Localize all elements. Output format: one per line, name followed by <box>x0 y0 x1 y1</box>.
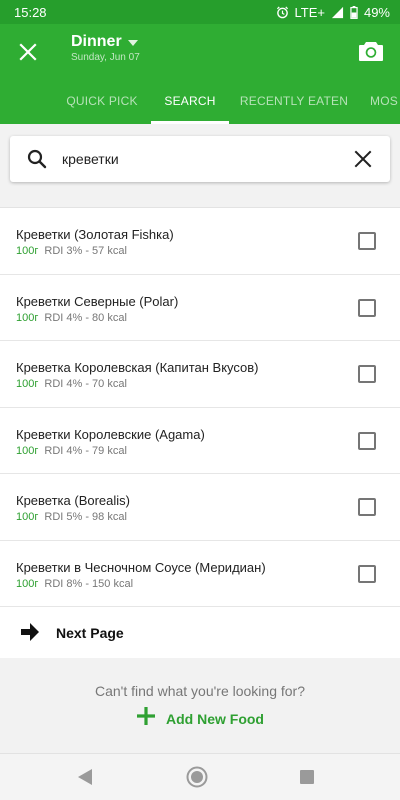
back-icon[interactable] <box>77 768 93 791</box>
next-page-label: Next Page <box>56 625 124 641</box>
plus-icon <box>136 706 156 731</box>
battery-icon <box>350 5 358 19</box>
meal-title: Dinner <box>71 33 122 50</box>
tab-search[interactable]: SEARCH <box>151 84 229 124</box>
list-item[interactable]: Креветка Королевская (Капитан Вкусов) 10… <box>0 341 400 408</box>
status-bar: 15:28 LTE+ 49% <box>0 0 400 24</box>
app-bar: Dinner Sunday, Jun 07 QUICK PICK SEARCH … <box>0 24 400 124</box>
arrow-right-icon <box>20 622 40 647</box>
food-checkbox[interactable] <box>358 564 376 583</box>
status-icons: LTE+ 49% <box>276 4 390 20</box>
food-info: RDI 4% - 70 kcal <box>44 378 127 390</box>
food-name: Креветка (Borealis) <box>16 493 130 508</box>
chevron-down-icon <box>127 40 138 46</box>
food-serving: 100г <box>16 378 39 390</box>
system-nav-bar <box>0 753 400 800</box>
status-time: 15:28 <box>14 4 47 20</box>
search-icon <box>27 149 47 174</box>
food-serving: 100г <box>16 511 39 523</box>
list-item[interactable]: Креветка (Borealis) 100г RDI 5% - 98 kcal <box>0 474 400 541</box>
tab-more[interactable]: MOS <box>370 84 400 124</box>
food-serving: 100г <box>16 245 39 257</box>
food-checkbox[interactable] <box>358 298 376 317</box>
alarm-icon <box>276 6 289 19</box>
food-info: RDI 5% - 98 kcal <box>44 511 127 523</box>
signal-icon <box>331 6 344 19</box>
tab-bar: QUICK PICK SEARCH RECENTLY EATEN MOS <box>0 84 400 124</box>
add-food-section: Can't find what you're looking for? Add … <box>0 658 400 753</box>
recents-icon[interactable] <box>299 769 315 790</box>
food-name: Креветки Северные (Polar) <box>16 293 179 309</box>
network-type: LTE+ <box>294 4 325 20</box>
home-icon[interactable] <box>186 766 208 793</box>
food-meta: 100г RDI 4% - 79 kcal <box>16 445 127 457</box>
meal-selector[interactable]: Dinner Sunday, Jun 07 <box>71 33 140 63</box>
cant-find-text: Can't find what you're looking for? <box>94 683 306 699</box>
meal-date: Sunday, Jun 07 <box>71 52 140 63</box>
camera-button[interactable] <box>358 38 384 64</box>
results-list: Креветки (Золотая Fishка) 100г RDI 3% - 5… <box>0 207 400 659</box>
food-meta: 100г RDI 4% - 80 kcal <box>16 312 127 324</box>
search-input[interactable] <box>62 136 342 182</box>
food-serving: 100г <box>16 444 39 457</box>
list-item[interactable]: Креветки Северные (Polar) 100г RDI 4% - 8… <box>0 275 400 341</box>
add-new-food-label: Add New Food <box>166 710 264 727</box>
list-item[interactable]: Креветки в Чесночном Соусе (Меридиан) 10… <box>0 541 400 607</box>
clear-search-button[interactable] <box>354 150 372 173</box>
food-serving: 100г <box>16 577 39 590</box>
tab-quick-pick[interactable]: QUICK PICK <box>54 84 150 124</box>
food-info: RDI 4% - 80 kcal <box>44 311 127 324</box>
tab-recently-eaten[interactable]: RECENTLY EATEN <box>236 84 352 124</box>
food-checkbox[interactable] <box>358 365 376 383</box>
food-name: Креветки (Золотая Fishка) <box>16 227 174 242</box>
food-name: Креветки в Чесночном Соусе (Меридиан) <box>16 559 266 575</box>
food-checkbox[interactable] <box>358 498 376 516</box>
food-meta: 100г RDI 5% - 98 kcal <box>16 511 127 523</box>
close-icon <box>354 150 372 168</box>
search-bar <box>10 136 390 182</box>
food-info: RDI 8% - 150 kcal <box>44 577 134 590</box>
camera-icon <box>359 42 383 61</box>
food-checkbox[interactable] <box>358 431 376 450</box>
food-meta: 100г RDI 3% - 57 kcal <box>16 245 127 257</box>
food-name: Креветки Королевские (Agama) <box>16 426 205 442</box>
food-meta: 100г RDI 4% - 70 kcal <box>16 378 127 390</box>
food-serving: 100г <box>16 311 39 324</box>
food-checkbox[interactable] <box>358 232 376 250</box>
list-item[interactable]: Креветки Королевские (Agama) 100г RDI 4% … <box>0 408 400 474</box>
next-page-button[interactable]: Next Page <box>0 607 400 659</box>
food-info: RDI 3% - 57 kcal <box>44 245 127 257</box>
close-button[interactable] <box>14 38 42 66</box>
food-info: RDI 4% - 79 kcal <box>44 444 127 457</box>
list-item[interactable]: Креветки (Золотая Fishка) 100г RDI 3% - 5… <box>0 208 400 275</box>
food-meta: 100г RDI 8% - 150 kcal <box>16 578 133 590</box>
add-new-food-button[interactable]: Add New Food <box>0 706 400 731</box>
food-name: Креветка Королевская (Капитан Вкусов) <box>16 360 259 375</box>
battery-level: 49% <box>363 4 390 20</box>
close-icon <box>19 43 37 61</box>
